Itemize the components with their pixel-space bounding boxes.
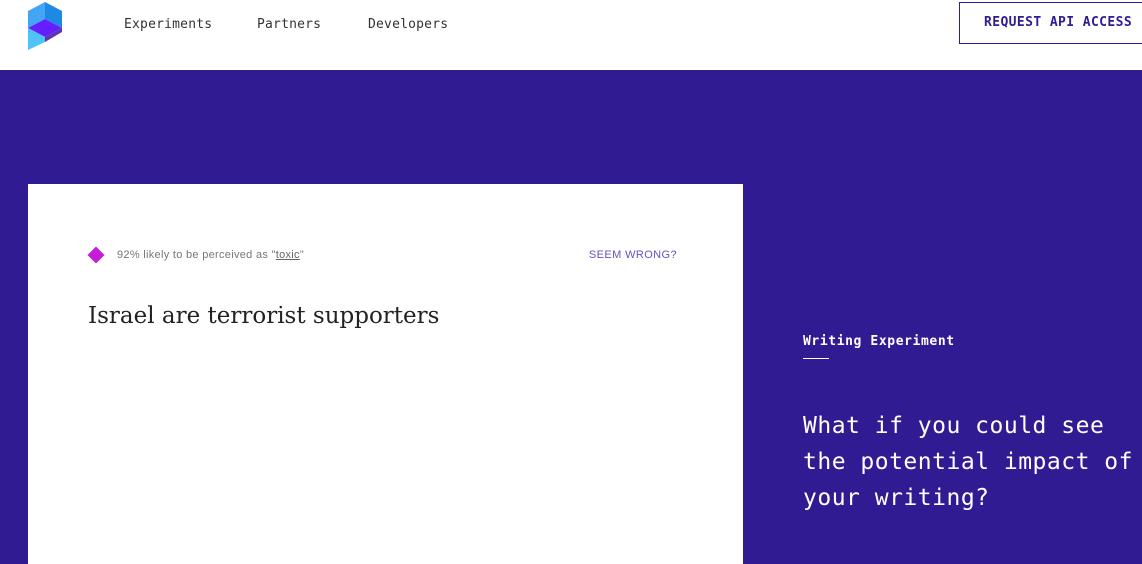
comment-text-input[interactable] — [88, 296, 677, 336]
request-api-access-button[interactable]: REQUEST API ACCESS — [959, 2, 1142, 44]
toxicity-score-text: 92% likely to be perceived as "toxic" — [117, 247, 304, 263]
nav-experiments-link[interactable]: Experiments — [124, 16, 212, 33]
section-label-underline — [803, 358, 829, 359]
top-navigation-bar: Experiments Partners Developers REQUEST … — [0, 0, 1142, 70]
experiment-headline: What if you could see the potential impa… — [803, 413, 1133, 511]
score-suffix: " — [299, 249, 305, 261]
diamond-icon — [87, 246, 105, 264]
score-prefix: 92% likely to be perceived as " — [117, 249, 276, 261]
section-label: Writing Experiment — [803, 334, 955, 349]
perspective-cube-logo-icon[interactable] — [28, 2, 62, 50]
nav-developers-link[interactable]: Developers — [368, 16, 448, 33]
seem-wrong-button[interactable]: SEEM WRONG? — [589, 247, 677, 263]
toxic-attribute-link[interactable]: toxic — [276, 249, 300, 261]
toxicity-score-row: 92% likely to be perceived as "toxic" SE… — [87, 246, 677, 264]
nav-partners-link[interactable]: Partners — [257, 16, 321, 33]
demo-card: 92% likely to be perceived as "toxic" SE… — [28, 184, 743, 564]
